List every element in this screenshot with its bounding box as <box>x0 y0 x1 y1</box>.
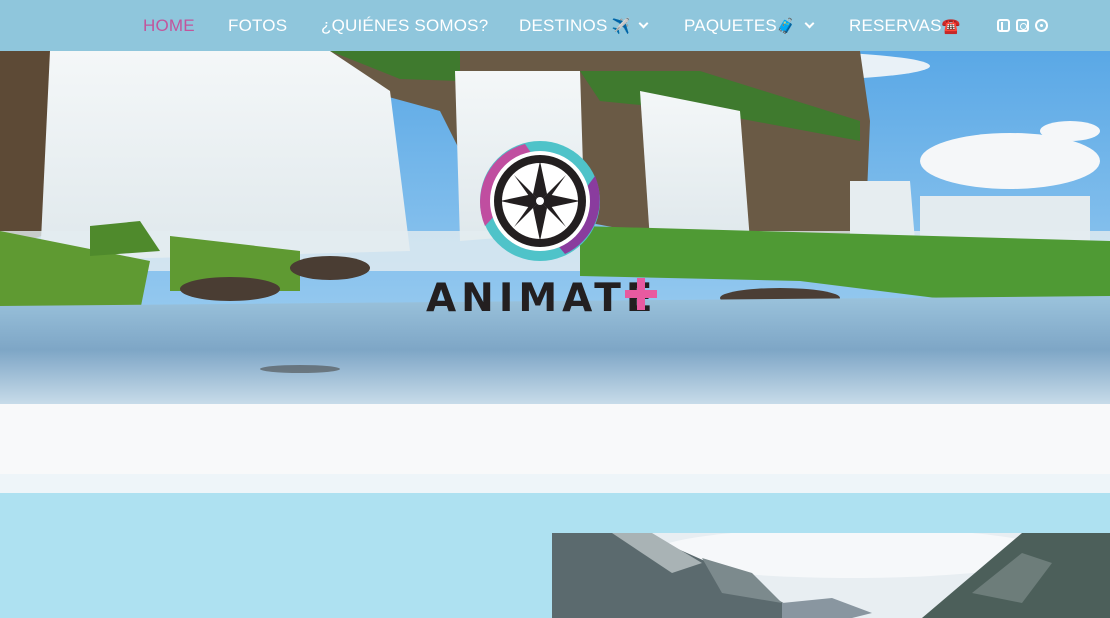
telephone-icon: ☎️ <box>941 17 961 35</box>
facebook-icon[interactable] <box>997 19 1010 32</box>
nav-label-fotos: FOTOS <box>228 15 288 35</box>
chevron-down-icon <box>638 18 649 28</box>
top-navigation: HOME FOTOS ¿QUIÉNES SOMOS? DESTINOS ✈️ P… <box>0 0 1110 51</box>
nav-label-quienes-somos: ¿QUIÉNES SOMOS? <box>321 15 489 35</box>
hero-banner: ANIMATE <box>0 51 1110 404</box>
instagram-icon[interactable] <box>1016 19 1029 32</box>
spacer-band <box>0 404 1110 474</box>
nav-label-home: HOME <box>143 15 195 35</box>
nav-label-paquetes: PAQUETES <box>684 15 777 35</box>
nav-label-destinos: DESTINOS <box>519 15 608 35</box>
nav-item-fotos[interactable]: FOTOS <box>228 0 287 51</box>
nav-item-quienes-somos[interactable]: ¿QUIÉNES SOMOS? <box>321 0 488 51</box>
nav-item-reservas[interactable]: RESERVAS ☎️ <box>849 0 961 51</box>
compass-rose-icon <box>480 141 600 261</box>
nav-item-paquetes[interactable]: PAQUETES 🧳 <box>684 0 815 51</box>
luggage-icon: 🧳 <box>776 17 796 35</box>
plus-icon <box>625 278 657 310</box>
whatsapp-icon[interactable] <box>1035 19 1048 32</box>
chevron-down-icon <box>804 18 815 28</box>
spacer-band-light <box>0 474 1110 493</box>
nav-label-reservas: RESERVAS <box>849 15 942 35</box>
nav-item-home[interactable]: HOME <box>143 0 195 51</box>
nav-item-destinos[interactable]: DESTINOS ✈️ <box>519 0 649 51</box>
airplane-icon: ✈️ <box>611 17 631 35</box>
logo-wordmark: ANIMATE <box>426 276 658 321</box>
animate-logo[interactable]: ANIMATE <box>420 136 670 326</box>
mountain-image <box>552 533 1110 618</box>
